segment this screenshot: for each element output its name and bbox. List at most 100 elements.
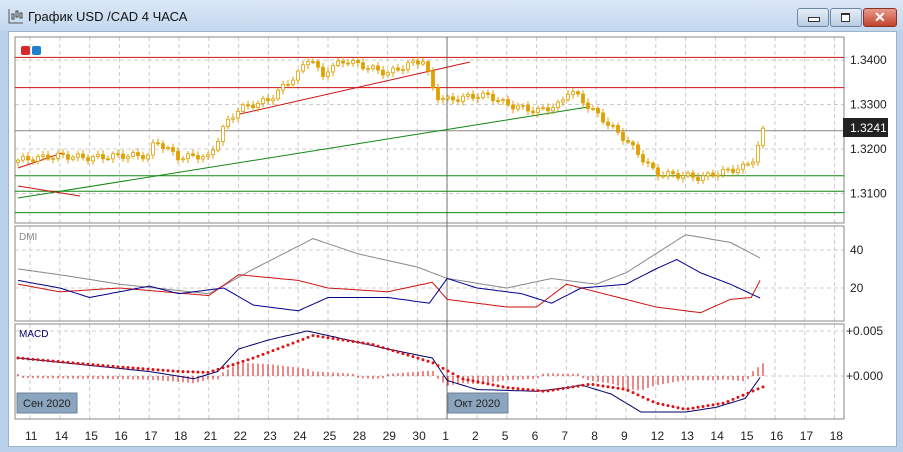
candle-body bbox=[256, 103, 260, 109]
candle-body bbox=[326, 71, 330, 77]
candle-body bbox=[221, 126, 225, 142]
x-tick-label: 15 bbox=[85, 429, 99, 443]
signal-dot bbox=[451, 372, 455, 376]
signal-dot bbox=[401, 352, 405, 356]
candle-body bbox=[411, 60, 415, 64]
candle-body bbox=[131, 152, 135, 157]
x-tick-label: 13 bbox=[681, 429, 695, 443]
signal-dot bbox=[581, 383, 585, 387]
signal-dot bbox=[276, 347, 280, 351]
signal-dot bbox=[531, 388, 535, 392]
candle-body bbox=[636, 144, 640, 155]
signal-dot bbox=[101, 364, 105, 368]
candle-body bbox=[146, 154, 150, 160]
candle-body bbox=[431, 70, 435, 89]
signal-dot bbox=[96, 363, 100, 367]
candle-body bbox=[611, 124, 615, 127]
chart-canvas[interactable]: 11 14 15 16 17 18 21 22 23 24 25 28 29 30 1 2 5 6 7 8 9 12 13 1… bbox=[0, 0, 903, 452]
signal-dot bbox=[641, 395, 645, 399]
candle-body bbox=[496, 100, 500, 103]
candle-body bbox=[36, 156, 40, 162]
candle-body bbox=[56, 152, 60, 159]
signal-dot bbox=[476, 380, 480, 384]
price-tick-label: 1.3100 bbox=[850, 187, 887, 201]
candle-body bbox=[686, 172, 690, 177]
signal-dot bbox=[286, 343, 290, 347]
candle-body bbox=[331, 65, 335, 73]
candle-body bbox=[371, 65, 375, 70]
signal-dot bbox=[21, 356, 25, 360]
candle-body bbox=[61, 152, 65, 156]
signal-dot bbox=[291, 341, 295, 345]
signal-dot bbox=[131, 366, 135, 370]
signal-dot bbox=[406, 353, 410, 357]
signal-dot bbox=[136, 366, 140, 370]
x-tick-label: 14 bbox=[710, 429, 724, 443]
signal-dot bbox=[716, 402, 720, 406]
candle-body bbox=[336, 60, 340, 66]
x-tick-label: 29 bbox=[383, 429, 397, 443]
candle-body bbox=[356, 60, 360, 64]
candle-body bbox=[126, 156, 130, 159]
x-tick-label: 30 bbox=[412, 429, 426, 443]
candle-body bbox=[266, 98, 270, 102]
candle-body bbox=[661, 175, 665, 178]
signal-dot bbox=[461, 377, 465, 381]
candle-body bbox=[501, 99, 505, 102]
price-tick-label: 1.3300 bbox=[850, 98, 887, 112]
candle-body bbox=[376, 65, 380, 71]
signal-dot bbox=[631, 391, 635, 395]
x-tick-label: 8 bbox=[591, 429, 598, 443]
x-tick-label: 17 bbox=[800, 429, 814, 443]
color-red-button[interactable] bbox=[21, 46, 30, 55]
candle-body bbox=[416, 60, 420, 65]
signal-dot bbox=[646, 397, 650, 401]
candle-body bbox=[456, 99, 460, 102]
signal-dot bbox=[396, 350, 400, 354]
macd-panel[interactable] bbox=[14, 323, 845, 420]
signal-dot bbox=[621, 387, 625, 391]
signal-dot bbox=[81, 362, 85, 366]
candle-body bbox=[466, 94, 470, 97]
signal-dot bbox=[601, 384, 605, 388]
signal-dot bbox=[326, 336, 330, 340]
color-blue-button[interactable] bbox=[32, 46, 41, 55]
candle-body bbox=[666, 171, 670, 177]
signal-dot bbox=[591, 383, 595, 387]
candle-body bbox=[316, 61, 320, 68]
signal-dot bbox=[611, 386, 615, 390]
candle-body bbox=[26, 156, 30, 161]
signal-dot bbox=[241, 359, 245, 363]
candle-body bbox=[486, 92, 490, 95]
candle-body bbox=[606, 121, 610, 126]
candle-body bbox=[66, 154, 70, 160]
candle-body bbox=[726, 168, 730, 171]
signal-dot bbox=[471, 379, 475, 383]
candle-body bbox=[51, 157, 55, 160]
signal-dot bbox=[586, 382, 590, 386]
candle-body bbox=[306, 61, 310, 66]
candle-body bbox=[91, 156, 95, 162]
candle-body bbox=[676, 173, 680, 179]
candle-body bbox=[296, 70, 300, 81]
candle-body bbox=[206, 154, 210, 158]
signal-dot bbox=[206, 370, 210, 374]
signal-dot bbox=[521, 387, 525, 391]
signal-dot bbox=[556, 387, 560, 391]
signal-dot bbox=[761, 385, 765, 389]
signal-dot bbox=[551, 388, 555, 392]
signal-dot bbox=[671, 405, 675, 409]
signal-dot bbox=[256, 354, 260, 358]
signal-dot bbox=[126, 366, 130, 370]
signal-dot bbox=[686, 407, 690, 411]
candle-body bbox=[96, 154, 100, 157]
candle-body bbox=[621, 131, 625, 141]
candle-body bbox=[151, 142, 155, 156]
macd-tick-label: +0.000 bbox=[846, 369, 883, 383]
x-tick-label: 15 bbox=[740, 429, 754, 443]
candle-body bbox=[471, 94, 475, 99]
signal-dot bbox=[416, 356, 420, 360]
candle-body bbox=[516, 105, 520, 110]
signal-dot bbox=[726, 399, 730, 403]
candle-body bbox=[551, 107, 555, 112]
